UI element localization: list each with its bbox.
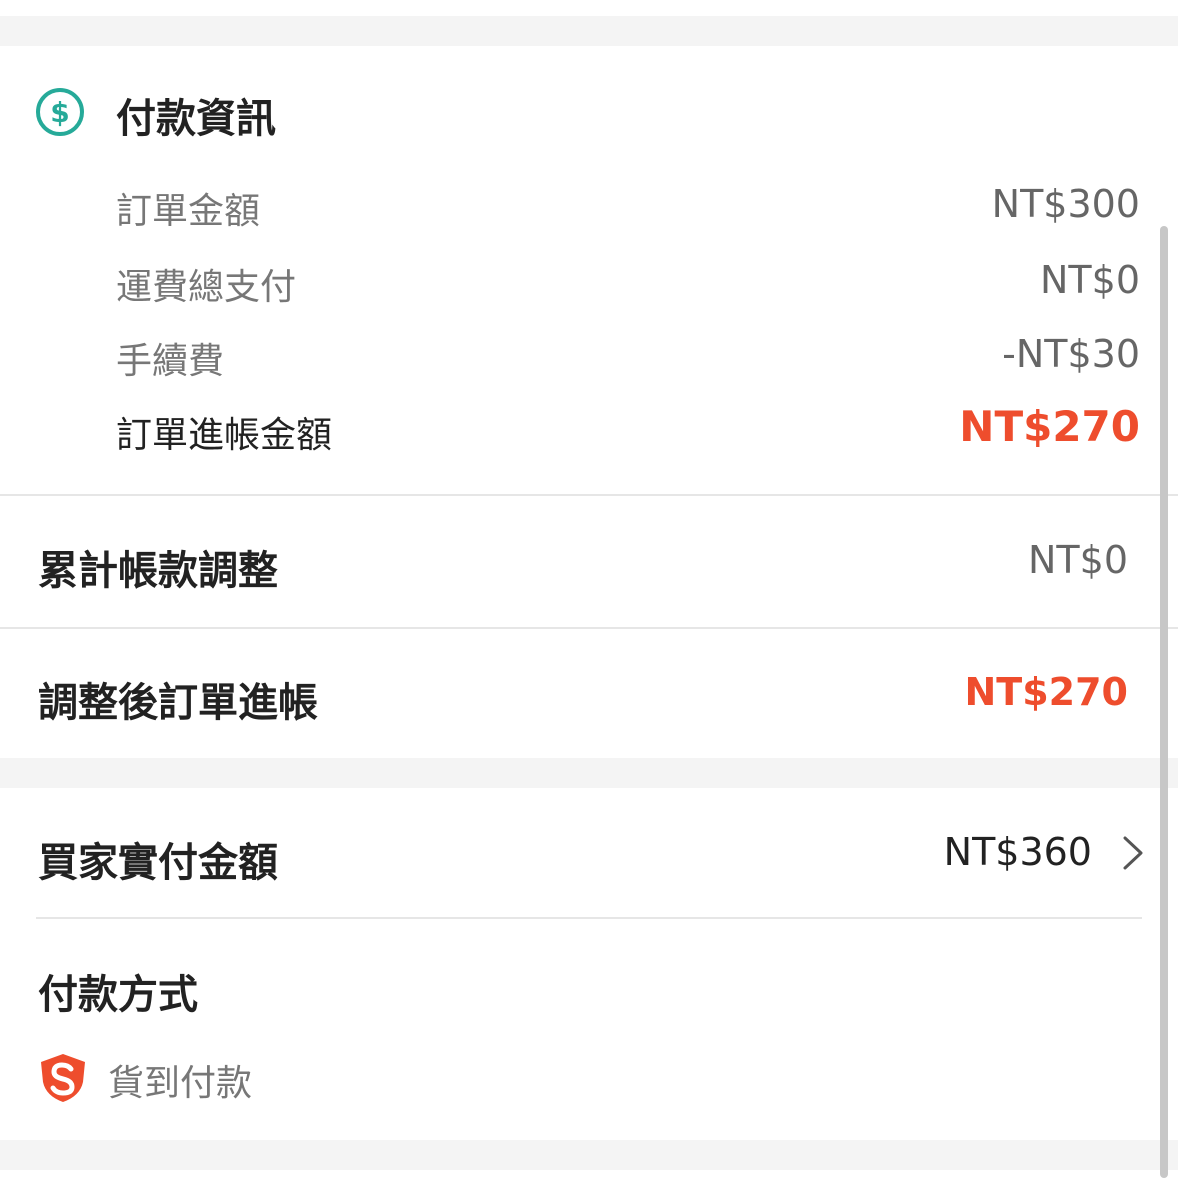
section-gap: [0, 758, 1178, 788]
shipping-total-label: 運費總支付: [116, 267, 297, 308]
payment-method-title: 付款方式: [38, 972, 198, 1018]
shipping-total-value: NT$0: [1040, 258, 1140, 302]
adjusted-income-value: NT$270: [964, 670, 1129, 714]
adjusted-income-label: 調整後訂單進帳: [38, 680, 318, 726]
section-gap-bottom: [0, 1140, 1178, 1170]
adjustment-value: NT$0: [1028, 538, 1128, 582]
payment-method-value: 貨到付款: [108, 1063, 253, 1104]
order-income-label: 訂單進帳金額: [116, 415, 333, 456]
order-amount-value: NT$300: [991, 182, 1140, 226]
order-income-value: NT$270: [959, 402, 1140, 451]
buyer-paid-label: 買家實付金額: [38, 840, 278, 886]
buyer-paid-value: NT$360: [943, 830, 1092, 874]
shopee-shield-icon: [41, 1054, 85, 1102]
order-amount-label: 訂單金額: [116, 191, 261, 232]
dollar-circle-icon: $: [36, 88, 84, 136]
scrollbar[interactable]: [1160, 226, 1168, 1178]
divider: [0, 627, 1178, 629]
divider: [0, 494, 1178, 496]
fee-label: 手續費: [116, 341, 225, 382]
payment-info-title: 付款資訊: [116, 96, 276, 142]
adjustment-label: 累計帳款調整: [38, 548, 278, 594]
divider: [36, 917, 1142, 919]
section-gap-top: [0, 16, 1178, 46]
fee-value: -NT$30: [1002, 332, 1140, 376]
chevron-right-icon[interactable]: [1116, 836, 1150, 870]
